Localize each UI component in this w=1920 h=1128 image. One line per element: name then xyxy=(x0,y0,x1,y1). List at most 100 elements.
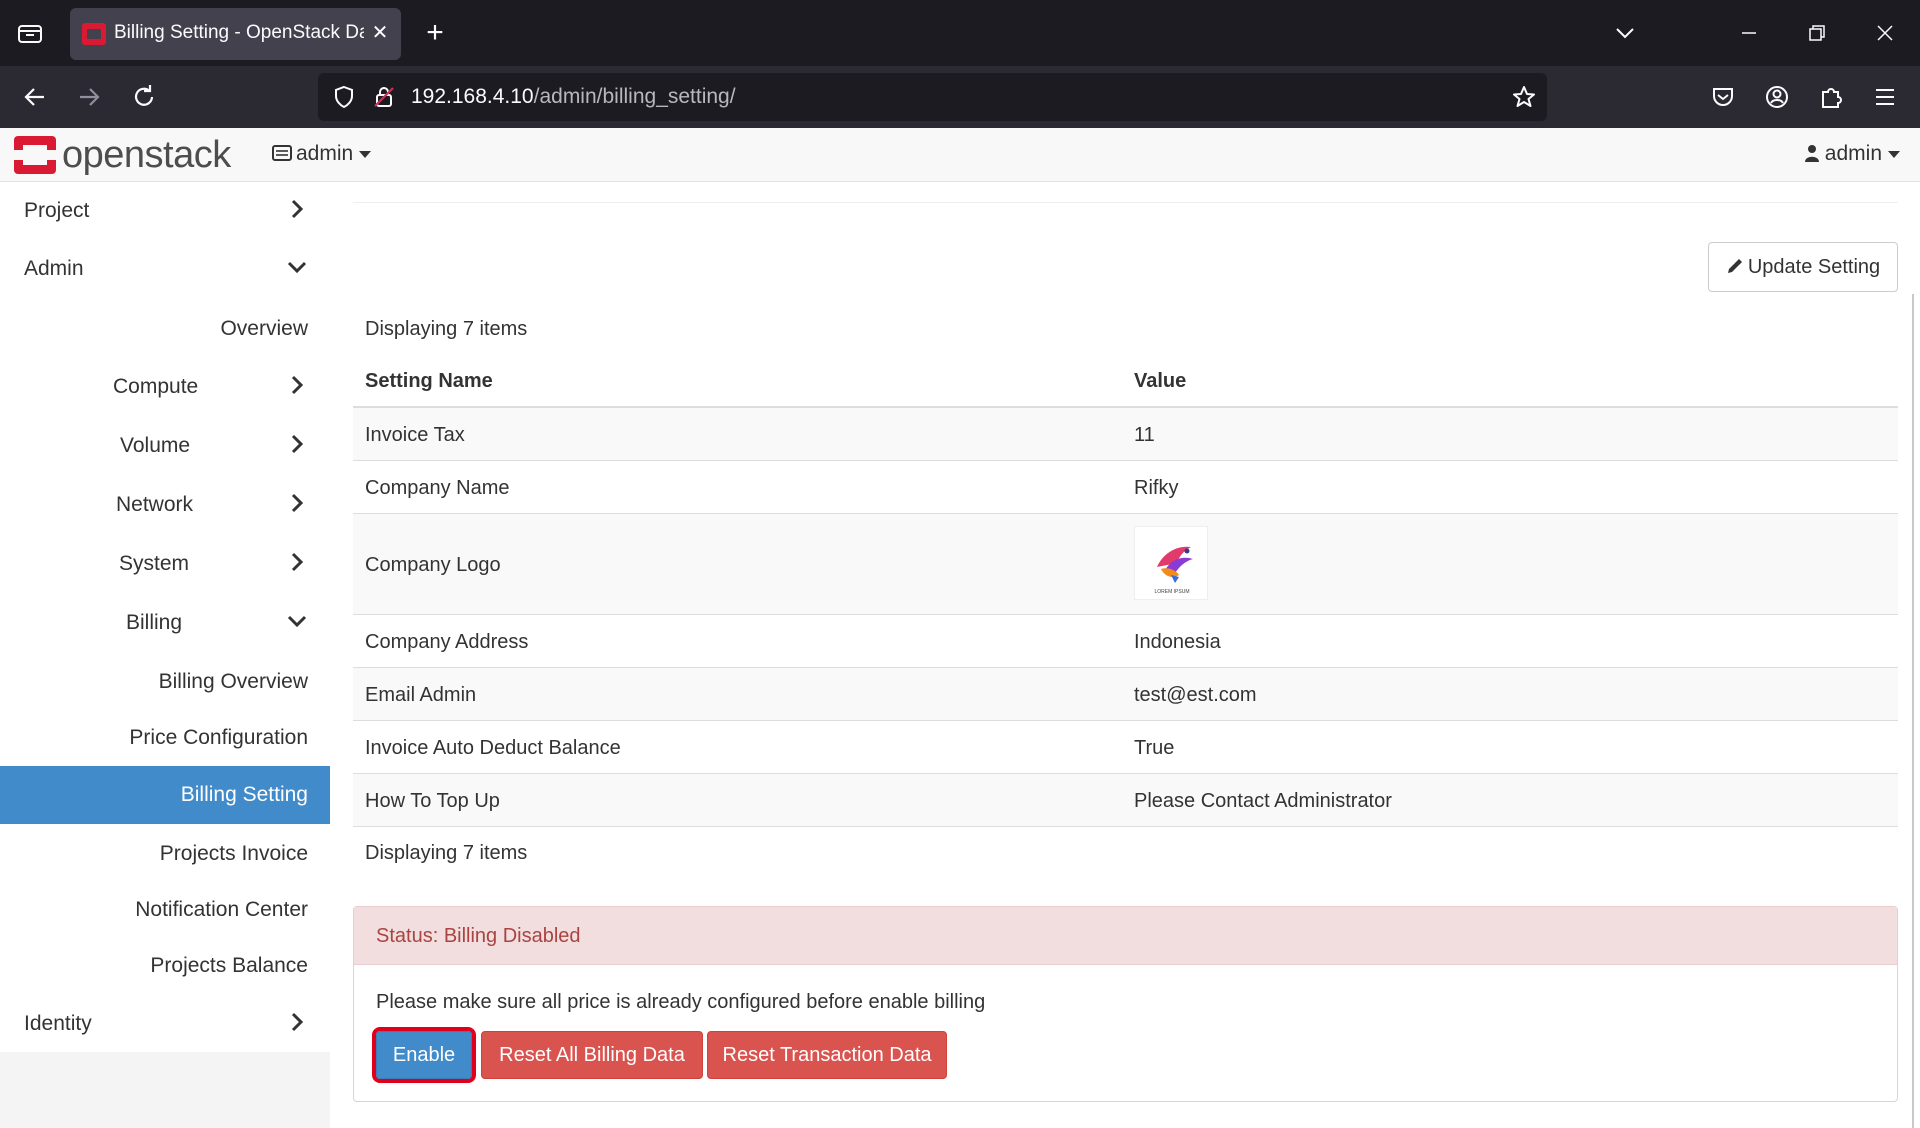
sidebar-nav: Project Admin Overview Compute Volume Ne… xyxy=(0,182,330,1052)
forward-icon[interactable] xyxy=(72,80,106,114)
menu-icon[interactable] xyxy=(1868,80,1902,114)
sidebar-item-volume[interactable]: Volume xyxy=(0,417,330,473)
openstack-header: openstack admin admin xyxy=(0,128,1920,182)
billing-status-header: Status: Billing Disabled xyxy=(354,907,1897,965)
column-header-value[interactable]: Value xyxy=(1134,370,1186,393)
minimize-icon[interactable] xyxy=(1736,20,1762,46)
table-row: Email Admin test@est.com xyxy=(353,668,1898,721)
extensions-icon[interactable] xyxy=(1814,80,1848,114)
table-header: Setting Name Value xyxy=(353,354,1898,408)
openstack-logo[interactable]: openstack xyxy=(14,134,244,178)
browser-tab-bar: Billing Setting - OpenStack Dash ✕ + xyxy=(0,0,1920,66)
sidebar-item-label: Project xyxy=(24,199,90,222)
sidebar-item-label: System xyxy=(119,552,190,575)
sidebar-item-label: Overview xyxy=(220,317,308,340)
project-dropdown[interactable]: admin xyxy=(272,142,372,168)
setting-value: Please Contact Administrator xyxy=(1134,790,1392,812)
insecure-lock-icon[interactable] xyxy=(372,85,396,109)
page-scrollbar[interactable] xyxy=(1912,294,1914,1128)
pencil-icon xyxy=(1727,259,1742,273)
sidebar-item-label: Identity xyxy=(24,1012,92,1035)
sidebar-item-projects-invoice[interactable]: Projects Invoice xyxy=(0,825,330,881)
billing-status-title: Status: Billing Disabled xyxy=(376,925,581,947)
new-tab-icon[interactable]: + xyxy=(420,18,450,48)
chevron-right-icon xyxy=(286,551,308,573)
sidebar-item-label: Volume xyxy=(120,434,191,457)
sidebar-item-billing-setting[interactable]: Billing Setting xyxy=(0,766,330,824)
setting-value: Indonesia xyxy=(1134,631,1221,653)
billing-status-message: Please make sure all price is already co… xyxy=(376,991,986,1013)
pocket-icon[interactable] xyxy=(1706,80,1740,114)
setting-name: Company Address xyxy=(365,631,529,653)
sidebar-item-label: Network xyxy=(116,493,194,516)
project-list-icon xyxy=(272,145,292,161)
account-icon[interactable] xyxy=(1760,80,1794,114)
table-row: How To Top Up Please Contact Administrat… xyxy=(353,774,1898,827)
sidebar-item-label: Billing xyxy=(126,611,183,634)
sidebar-item-system[interactable]: System xyxy=(0,535,330,591)
restore-icon[interactable] xyxy=(1804,20,1830,46)
reset-all-billing-data-button[interactable]: Reset All Billing Data xyxy=(481,1031,703,1079)
url-text: 192.168.4.10/admin/billing_setting/ xyxy=(411,85,736,109)
chevron-right-icon xyxy=(286,1011,308,1033)
setting-value: Rifky xyxy=(1134,477,1179,499)
browser-navigation-bar: 192.168.4.10/admin/billing_setting/ xyxy=(0,66,1920,128)
user-dropdown[interactable]: admin xyxy=(1804,142,1900,168)
main-content: Update Setting Displaying 7 items Settin… xyxy=(353,182,1898,1128)
enable-billing-button[interactable]: Enable xyxy=(372,1027,476,1083)
setting-name: Company Name xyxy=(365,477,510,499)
setting-name: Email Admin xyxy=(365,684,477,706)
user-dropdown-label: admin xyxy=(1824,142,1882,165)
sidebar-item-label: Billing Setting xyxy=(180,783,308,806)
tracking-protection-shield-icon[interactable] xyxy=(332,85,356,109)
reset-transaction-data-button[interactable]: Reset Transaction Data xyxy=(707,1031,947,1079)
sidebar-item-price-configuration[interactable]: Price Configuration xyxy=(0,709,330,765)
page-header-divider xyxy=(353,202,1898,203)
openstack-wordmark: openstack xyxy=(62,134,231,176)
browser-tab-active[interactable]: Billing Setting - OpenStack Dash ✕ xyxy=(70,8,401,60)
setting-name: Invoice Tax xyxy=(365,424,465,446)
company-logo-text: LOREM IPSUM xyxy=(1154,589,1189,595)
list-all-tabs-icon[interactable] xyxy=(1612,20,1638,46)
sidebar-item-compute[interactable]: Compute xyxy=(0,358,330,414)
update-setting-button[interactable]: Update Setting xyxy=(1708,242,1898,292)
sidebar-footer-space xyxy=(0,1052,330,1128)
item-count-top: Displaying 7 items xyxy=(365,318,528,340)
bookmark-star-icon[interactable] xyxy=(1511,84,1537,110)
sidebar-item-admin[interactable]: Admin xyxy=(0,240,330,296)
setting-name: Invoice Auto Deduct Balance xyxy=(365,737,621,759)
sidebar-item-billing-overview[interactable]: Billing Overview xyxy=(0,653,330,709)
tab-list-icon[interactable] xyxy=(14,20,46,48)
chevron-right-icon xyxy=(286,433,308,455)
setting-value: 11 xyxy=(1134,424,1155,446)
sidebar-item-identity[interactable]: Identity xyxy=(0,995,330,1051)
setting-name: Company Logo xyxy=(365,554,501,576)
caret-down-icon xyxy=(1888,150,1900,158)
user-icon xyxy=(1804,145,1819,162)
table-row: Company Name Rifky xyxy=(353,461,1898,514)
item-count-bottom: Displaying 7 items xyxy=(365,842,528,864)
sidebar-item-billing[interactable]: Billing xyxy=(0,594,330,650)
address-bar[interactable]: 192.168.4.10/admin/billing_setting/ xyxy=(318,73,1547,121)
openstack-logo-icon xyxy=(14,136,56,174)
chevron-right-icon xyxy=(286,374,308,396)
sidebar-item-notification-center[interactable]: Notification Center xyxy=(0,881,330,937)
column-header-setting-name[interactable]: Setting Name xyxy=(365,370,493,393)
close-window-icon[interactable] xyxy=(1872,20,1898,46)
back-icon[interactable] xyxy=(18,80,52,114)
sidebar-item-label: Billing Overview xyxy=(158,670,308,693)
update-setting-label: Update Setting xyxy=(1747,256,1881,278)
table-row: Company Logo LOREM IPSUM xyxy=(353,514,1898,615)
openstack-favicon-icon xyxy=(82,23,106,45)
table-row: Invoice Auto Deduct Balance True xyxy=(353,721,1898,774)
caret-down-icon xyxy=(359,150,372,158)
sidebar-item-project[interactable]: Project xyxy=(0,182,330,238)
sidebar-item-network[interactable]: Network xyxy=(0,476,330,532)
sidebar-item-label: Notification Center xyxy=(135,898,308,921)
reload-icon[interactable] xyxy=(127,80,161,114)
url-host: 192.168.4.10 xyxy=(411,85,534,108)
close-tab-icon[interactable]: ✕ xyxy=(369,22,391,44)
sidebar-item-overview[interactable]: Overview xyxy=(0,300,330,356)
chevron-right-icon xyxy=(286,198,308,220)
sidebar-item-projects-balance[interactable]: Projects Balance xyxy=(0,937,330,993)
